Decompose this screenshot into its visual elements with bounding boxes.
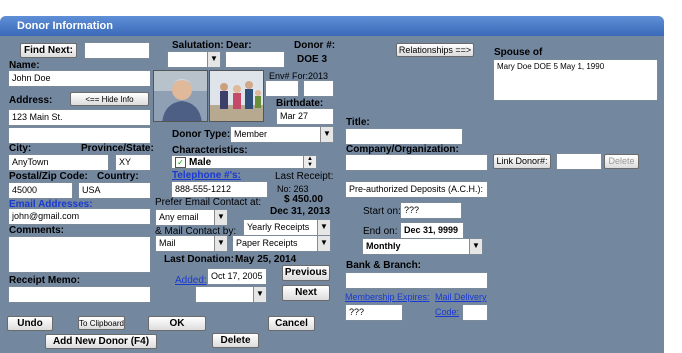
- name-field[interactable]: John Doe: [8, 70, 151, 87]
- bank-branch-field[interactable]: [345, 272, 488, 289]
- email-field[interactable]: john@gmail.com: [8, 208, 151, 225]
- to-clipboard-button[interactable]: To Clipboard: [78, 316, 125, 330]
- chevron-down-icon: ▼: [207, 52, 220, 67]
- title-bar: Donor Information: [0, 16, 664, 36]
- preauthorized-deposits-field: Pre-authorized Deposits (A.C.H.):: [345, 181, 488, 198]
- dear-field[interactable]: [225, 51, 285, 68]
- cancel-button[interactable]: Cancel: [268, 316, 315, 331]
- add-new-donor-button[interactable]: Add New Donor (F4): [45, 334, 157, 349]
- birthdate-field[interactable]: Mar 27: [276, 108, 334, 125]
- country-field[interactable]: USA: [78, 182, 151, 199]
- next-button[interactable]: Next: [282, 285, 330, 301]
- chevron-down-icon: ▼: [253, 287, 266, 302]
- telephone-field[interactable]: 888-555-1212: [171, 181, 268, 198]
- donor-number-label: Donor #:: [294, 40, 336, 51]
- receipt-format-select[interactable]: Paper Receipts ▼: [232, 235, 331, 252]
- prefer-email-label: Prefer Email Contact at:: [155, 197, 262, 208]
- last-receipt-date: Dec 31, 2013: [270, 206, 331, 217]
- for-year-field[interactable]: [303, 80, 334, 97]
- receipt-frequency-select[interactable]: Yearly Receipts ▼: [243, 219, 331, 236]
- donor-type-select[interactable]: Member ▼: [230, 126, 334, 143]
- last-donation-label: Last Donation:: [164, 254, 234, 265]
- added-select[interactable]: ▼: [195, 286, 267, 303]
- characteristic-item: Male: [189, 157, 212, 168]
- mail-contact-select[interactable]: Mail ▼: [155, 235, 228, 252]
- added-date-field[interactable]: Oct 17, 2005: [207, 268, 267, 285]
- chevron-down-icon: ▼: [317, 236, 330, 251]
- membership-expires-link[interactable]: Membership Expires:: [345, 292, 430, 302]
- company-field[interactable]: [345, 154, 488, 171]
- salutation-select[interactable]: ▼: [167, 51, 221, 68]
- receipt-memo-field[interactable]: [8, 286, 151, 303]
- comments-field[interactable]: [8, 236, 151, 273]
- bank-branch-label: Bank & Branch:: [346, 260, 422, 271]
- end-on-field[interactable]: Dec 31, 9999: [400, 222, 464, 239]
- address-line1-field[interactable]: 123 Main St.: [8, 109, 151, 126]
- find-next-input[interactable]: [84, 42, 150, 59]
- end-on-label: End on:: [363, 226, 398, 237]
- spouse-list[interactable]: Mary Doe DOE 5 May 1, 1990: [493, 59, 658, 101]
- ok-button[interactable]: OK: [148, 316, 206, 331]
- donor-number-value: DOE 3: [297, 54, 328, 65]
- last-receipt-label: Last Receipt:: [275, 171, 334, 182]
- undo-button[interactable]: Undo: [7, 316, 53, 331]
- postal-code-field[interactable]: 45000: [8, 182, 73, 199]
- scroll-arrows-icon[interactable]: ▲ ▼: [303, 156, 316, 168]
- code-link[interactable]: Code:: [435, 307, 459, 317]
- hide-info-button[interactable]: <== Hide Info: [70, 92, 149, 106]
- person-photo-icon: [154, 71, 207, 121]
- start-on-field[interactable]: ???: [400, 202, 462, 219]
- find-next-button[interactable]: Find Next:: [20, 43, 77, 58]
- added-link[interactable]: Added:: [175, 275, 207, 286]
- family-photo-icon: [210, 71, 263, 121]
- donor-type-label: Donor Type:: [172, 129, 231, 140]
- link-delete-button[interactable]: Delete: [604, 154, 639, 169]
- delete-button[interactable]: Delete: [212, 333, 259, 348]
- address-label: Address:: [9, 95, 53, 106]
- donor-photo: [153, 70, 208, 122]
- chevron-down-icon: ▼: [317, 220, 330, 235]
- chevron-down-icon: ▼: [214, 236, 227, 251]
- link-donor-button[interactable]: Link Donor#:: [493, 154, 551, 169]
- family-photo: [209, 70, 264, 122]
- mail-delivery-code-field[interactable]: [462, 304, 488, 321]
- chevron-down-icon: ▼: [469, 239, 482, 254]
- prefer-email-select[interactable]: Any email ▼: [155, 209, 228, 226]
- membership-expires-field[interactable]: ???: [345, 304, 403, 321]
- env-number-field[interactable]: [265, 80, 299, 97]
- chevron-down-icon: ▼: [214, 210, 227, 225]
- province-field[interactable]: XY: [115, 154, 151, 171]
- frequency-select[interactable]: Monthly ▼: [362, 238, 483, 255]
- window-title: Donor Information: [17, 20, 113, 32]
- relationships-button[interactable]: Relationships ==>: [396, 43, 474, 57]
- link-donor-field[interactable]: [556, 153, 602, 170]
- title-field[interactable]: [345, 128, 463, 145]
- previous-button[interactable]: Previous: [282, 265, 330, 281]
- donor-information-window: Donor Information Find Next: Name: John …: [0, 16, 664, 353]
- checkbox-checked-icon[interactable]: ✓: [175, 157, 186, 168]
- last-receipt-amount: $ 450.00: [284, 194, 323, 205]
- chevron-down-icon: ▼: [320, 127, 333, 142]
- city-field[interactable]: AnyTown: [8, 154, 109, 171]
- spouse-label: Spouse of: [494, 47, 543, 58]
- address-line2-field[interactable]: [8, 127, 151, 144]
- characteristics-list[interactable]: ✓ Male ▲ ▼: [171, 155, 317, 169]
- mail-delivery-link[interactable]: Mail Delivery: [435, 292, 487, 302]
- start-on-label: Start on:: [363, 206, 401, 217]
